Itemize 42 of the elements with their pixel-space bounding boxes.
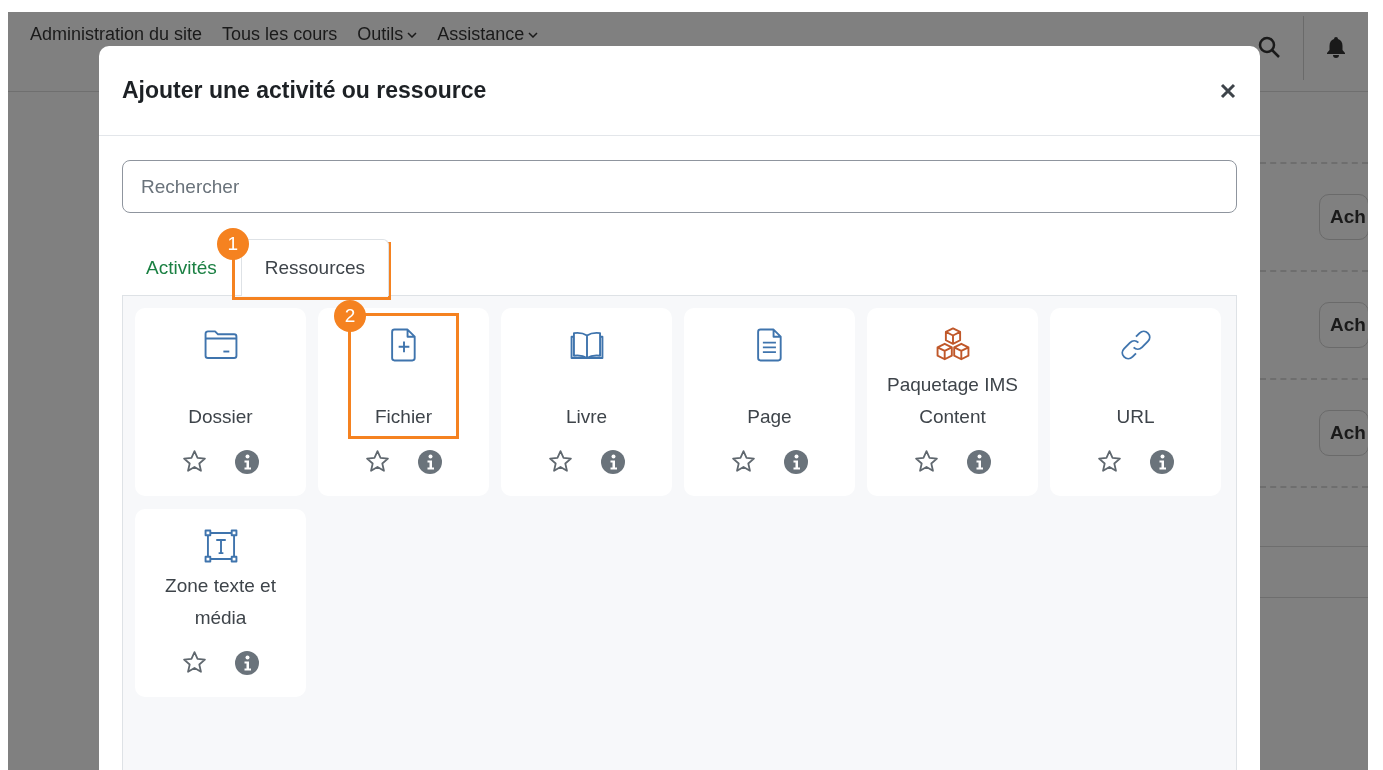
info-icon[interactable] xyxy=(1150,449,1174,474)
resource-card[interactable]: Page xyxy=(684,308,855,496)
resource-card[interactable]: Dossier xyxy=(135,308,306,496)
info-icon[interactable] xyxy=(784,449,808,474)
star-icon[interactable] xyxy=(548,449,573,474)
resource-name: Livre xyxy=(565,405,608,429)
star-icon[interactable] xyxy=(182,449,207,474)
nav-link[interactable]: Tous les cours xyxy=(222,24,338,45)
dialog-title: Ajouter une activité ou ressource xyxy=(122,77,488,104)
info-icon[interactable] xyxy=(601,449,625,474)
resource-card[interactable]: Livre xyxy=(501,308,672,496)
resource-card[interactable]: Paquetage IMS Content xyxy=(867,308,1038,496)
search-field[interactable]: Rechercher xyxy=(122,160,1237,213)
tab[interactable]: Ressources xyxy=(240,239,390,296)
nav-link[interactable]: Outils xyxy=(357,24,404,45)
search-icon[interactable] xyxy=(1257,35,1281,59)
complete-button[interactable]: Ach xyxy=(1319,194,1368,240)
resource-name: URL xyxy=(1116,405,1155,429)
resource-name: Paquetage IMS Content xyxy=(886,373,1019,429)
complete-button[interactable]: Ach xyxy=(1319,410,1368,456)
info-icon[interactable] xyxy=(235,449,259,474)
resource-name: Fichier xyxy=(375,405,432,429)
star-icon[interactable] xyxy=(1097,449,1122,474)
nav-link[interactable]: Assistance xyxy=(437,24,525,45)
close-icon[interactable] xyxy=(1220,82,1236,99)
resource-card[interactable]: Zone texte et média xyxy=(135,509,306,697)
step-number: 1 xyxy=(216,228,249,260)
step-number: 2 xyxy=(334,300,366,332)
resource-name: Page xyxy=(747,405,792,429)
star-icon[interactable] xyxy=(365,449,390,474)
info-icon[interactable] xyxy=(967,449,991,474)
nav-link[interactable]: Administration du site xyxy=(30,24,203,45)
info-icon[interactable] xyxy=(235,650,259,675)
star-icon[interactable] xyxy=(731,449,756,474)
info-icon[interactable] xyxy=(418,449,442,474)
resource-name: Zone texte et média xyxy=(164,574,277,630)
bell-icon[interactable] xyxy=(1326,36,1346,58)
resource-name: Dossier xyxy=(188,405,253,429)
resource-card[interactable]: URL xyxy=(1050,308,1221,496)
star-icon[interactable] xyxy=(914,449,939,474)
star-icon[interactable] xyxy=(182,650,207,675)
complete-button[interactable]: Ach xyxy=(1319,302,1368,348)
